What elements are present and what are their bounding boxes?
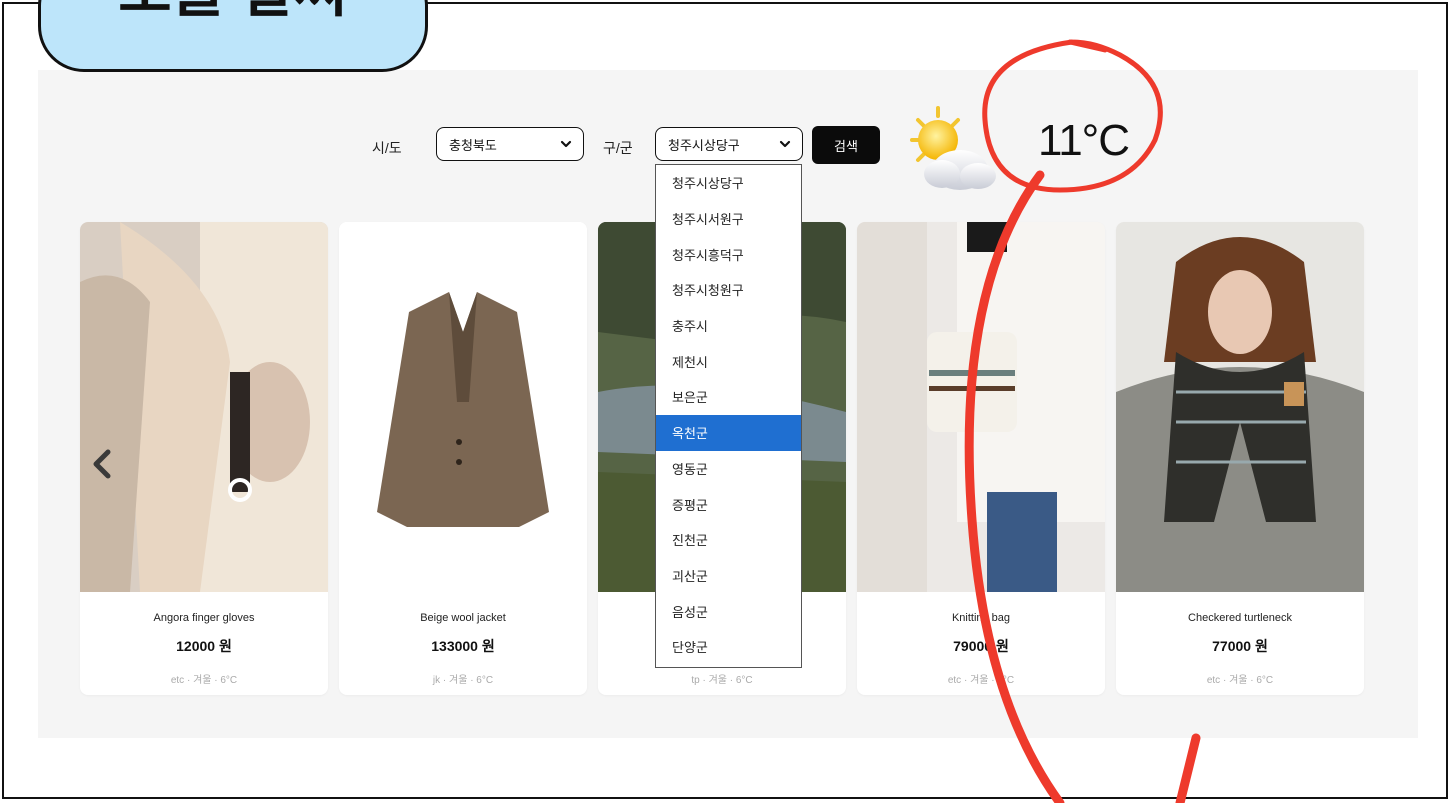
dropdown-option[interactable]: 청주시서원구 xyxy=(656,201,801,237)
product-card[interactable]: Checkered turtleneck 77000 원 etc · 겨울 · … xyxy=(1116,222,1364,695)
gugun-label: 구/군 xyxy=(603,140,633,156)
search-button[interactable]: 검색 xyxy=(812,126,880,164)
gugun-select[interactable]: 청주시상당구 xyxy=(655,127,803,161)
dropdown-option[interactable]: 제천시 xyxy=(656,343,801,379)
sido-select[interactable]: 충청북도 xyxy=(436,127,584,161)
dropdown-option[interactable]: 괴산군 xyxy=(656,558,801,594)
product-price: 133000 원 xyxy=(431,638,495,654)
product-image xyxy=(339,222,587,592)
product-card[interactable]: Knitting bag 79000 원 etc · 겨울 · 6°C xyxy=(857,222,1105,695)
product-name: Knitting bag xyxy=(951,612,1011,624)
product-meta: jk · 겨울 · 6°C xyxy=(432,675,494,686)
dropdown-option[interactable]: 청주시청원구 xyxy=(656,272,801,308)
page-title: 오늘 날씨 xyxy=(118,0,348,21)
product-image xyxy=(1116,222,1364,592)
product-meta: etc · 겨울 · 6°C xyxy=(170,675,238,686)
temperature-readout: 11°C xyxy=(1038,116,1130,165)
product-name: Angora finger gloves xyxy=(153,612,255,624)
dropdown-option-selected[interactable]: 옥천군 xyxy=(656,414,801,451)
product-name: Checkered turtleneck xyxy=(1188,612,1292,624)
product-price: 79000 원 xyxy=(953,638,1009,654)
product-image xyxy=(857,222,1105,592)
gugun-select-value: 청주시상당구 xyxy=(668,137,740,153)
product-meta: etc · 겨울 · 6°C xyxy=(947,675,1015,686)
product-card[interactable]: Angora finger gloves 12000 원 etc · 겨울 · … xyxy=(80,222,328,695)
sido-label: 시/도 xyxy=(372,140,402,156)
gugun-dropdown-list[interactable]: 청주시상당구 청주시서원구 청주시흥덕구 청주시청원구 충주시 제천시 보은군 … xyxy=(655,164,802,668)
product-meta: tp · 겨울 · 6°C xyxy=(691,675,753,686)
product-card[interactable]: Beige wool jacket 133000 원 jk · 겨울 · 6°C xyxy=(339,222,587,695)
product-image xyxy=(80,222,328,592)
dropdown-option[interactable]: 증평군 xyxy=(656,486,801,522)
product-price: 77000 원 xyxy=(1212,638,1268,654)
chevron-down-icon xyxy=(560,140,572,148)
product-name: Beige wool jacket xyxy=(420,612,506,624)
dropdown-option[interactable]: 음성군 xyxy=(656,593,801,629)
dropdown-option[interactable]: 청주시흥덕구 xyxy=(656,236,801,272)
sido-select-value: 충청북도 xyxy=(449,137,497,153)
dropdown-option[interactable]: 단양군 xyxy=(656,629,801,665)
chevron-down-icon xyxy=(779,140,791,148)
title-tab: 오늘 날씨 xyxy=(38,0,428,72)
partly-cloudy-icon xyxy=(910,106,996,190)
product-meta: etc · 겨울 · 6°C xyxy=(1206,675,1274,686)
dropdown-option[interactable]: 진천군 xyxy=(656,522,801,558)
dropdown-option[interactable]: 청주시상당구 xyxy=(656,165,801,201)
carousel-prev-icon[interactable] xyxy=(88,446,116,482)
product-price: 12000 원 xyxy=(176,638,232,654)
dropdown-option[interactable]: 보은군 xyxy=(656,379,801,415)
dropdown-option[interactable]: 충주시 xyxy=(656,308,801,344)
dropdown-option[interactable]: 영동군 xyxy=(656,451,801,487)
